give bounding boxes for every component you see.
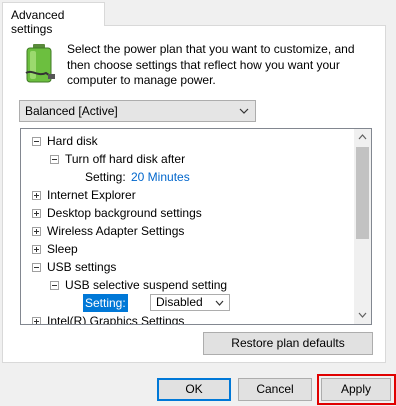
- collapse-icon[interactable]: [32, 137, 41, 146]
- tree-item-label: USB settings: [47, 260, 117, 274]
- battery-power-icon: [25, 44, 55, 83]
- tree-item-label: Sleep: [47, 242, 78, 256]
- tree-item-label: Wireless Adapter Settings: [47, 224, 185, 238]
- scroll-down-icon[interactable]: [358, 312, 367, 318]
- usb-setting-value: Disabled: [156, 295, 203, 309]
- hard-disk-setting-value[interactable]: 20 Minutes: [131, 168, 190, 186]
- restore-plan-defaults-button[interactable]: Restore plan defaults: [203, 332, 373, 355]
- setting-label: Setting:: [85, 170, 126, 184]
- tab-advanced-settings[interactable]: Advanced settings: [2, 2, 105, 36]
- expand-icon[interactable]: [32, 191, 41, 200]
- scrollbar-thumb[interactable]: [356, 147, 369, 239]
- collapse-icon[interactable]: [50, 281, 59, 290]
- tree-item-label: Desktop background settings: [47, 206, 202, 220]
- expand-icon[interactable]: [32, 245, 41, 254]
- setting-label-selected: Setting:: [83, 294, 128, 312]
- power-plan-select[interactable]: Balanced [Active]: [19, 100, 256, 122]
- cancel-button[interactable]: Cancel: [238, 378, 312, 401]
- expand-icon[interactable]: [32, 317, 41, 324]
- chevron-down-icon: [239, 108, 249, 114]
- chevron-down-icon: [215, 300, 224, 306]
- tree-item-label: Internet Explorer: [47, 188, 136, 202]
- ok-button[interactable]: OK: [157, 378, 231, 401]
- usb-setting-select[interactable]: Disabled: [150, 294, 230, 311]
- description-text: Select the power plan that you want to c…: [67, 42, 355, 87]
- expand-icon[interactable]: [32, 209, 41, 218]
- collapse-icon[interactable]: [32, 263, 41, 272]
- settings-tree[interactable]: Hard disk Turn off hard disk after Setti…: [20, 128, 372, 325]
- tree-item-label: Hard disk: [47, 134, 98, 148]
- tree-item-label: Turn off hard disk after: [65, 152, 186, 166]
- apply-highlight-box: [317, 374, 396, 405]
- collapse-icon[interactable]: [50, 155, 59, 164]
- tree-item-label: USB selective suspend setting: [65, 278, 228, 292]
- tree-item-label: Intel(R) Graphics Settings: [47, 314, 185, 324]
- scroll-up-icon[interactable]: [358, 134, 367, 140]
- vertical-scrollbar[interactable]: [354, 129, 371, 324]
- plan-select-value: Balanced [Active]: [25, 104, 118, 118]
- tab-label: Advanced settings: [11, 8, 65, 36]
- tree-item-usb-setting[interactable]: Setting: Disabled: [21, 294, 354, 312]
- expand-icon[interactable]: [32, 227, 41, 236]
